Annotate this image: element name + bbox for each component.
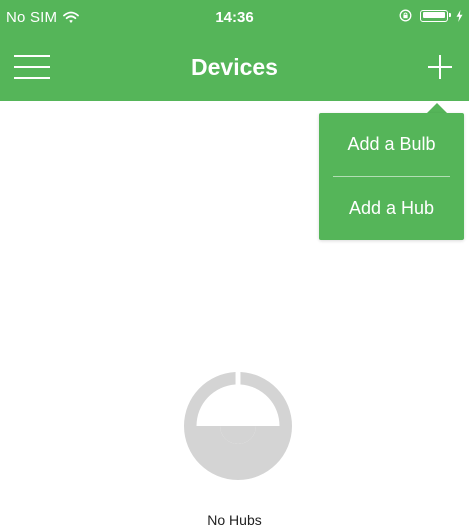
page-title: Devices xyxy=(191,54,278,80)
menu-item-add-hub[interactable]: Add a Hub xyxy=(319,177,464,240)
add-device-menu: Add a Bulb Add a Hub xyxy=(319,113,464,240)
plus-icon xyxy=(428,55,452,79)
menu-item-add-bulb[interactable]: Add a Bulb xyxy=(319,113,464,176)
top-bar: No SIM 14:36 Devices xyxy=(0,0,469,101)
charging-bolt-icon xyxy=(456,9,463,22)
status-right-group xyxy=(399,9,463,22)
rotation-lock-icon xyxy=(399,9,412,22)
nav-bar: Devices xyxy=(0,36,469,101)
add-menu-caret xyxy=(427,103,447,113)
devices-screen: No SIM 14:36 Devices Add a Bulb Add a Hu… xyxy=(0,0,469,527)
hub-icon xyxy=(184,372,292,480)
empty-state-label: No Hubs xyxy=(207,512,262,527)
status-bar: No SIM 14:36 xyxy=(0,0,469,36)
add-device-button[interactable] xyxy=(423,50,457,84)
battery-icon xyxy=(420,9,451,22)
